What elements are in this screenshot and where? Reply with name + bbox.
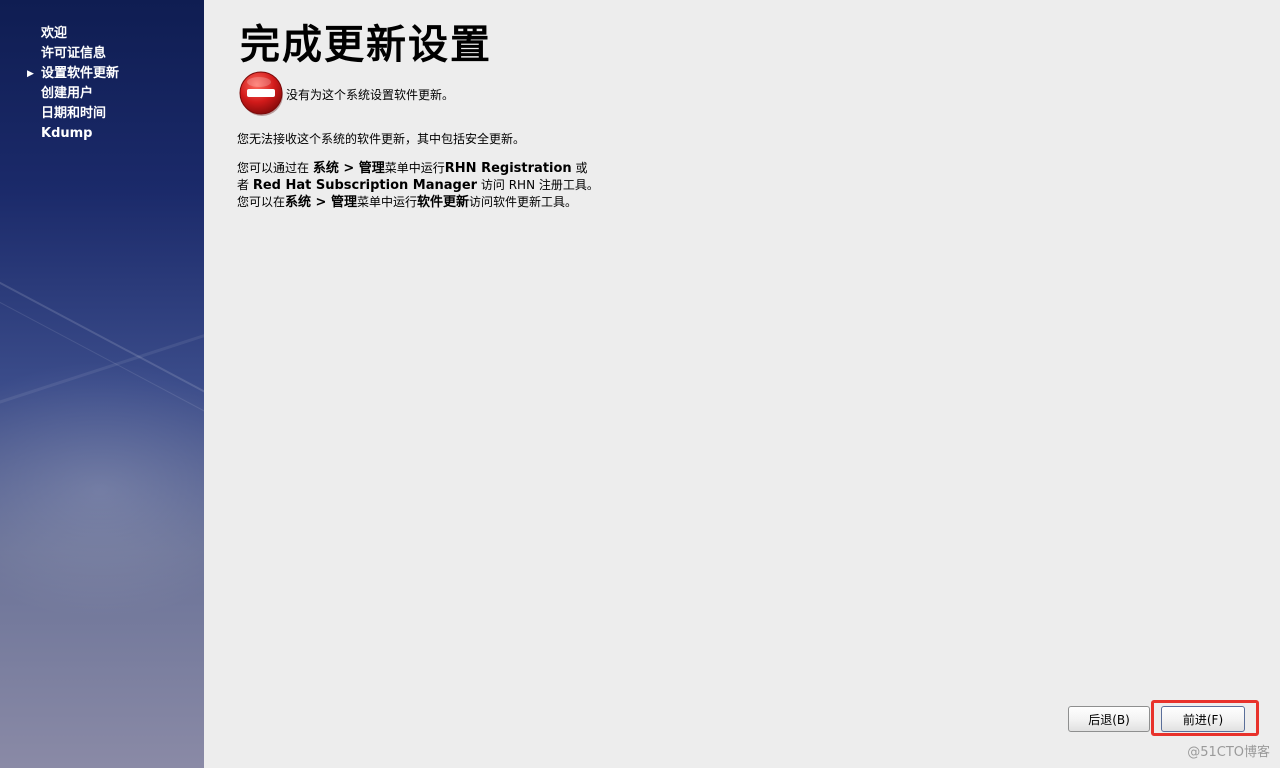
sidebar-glow [0,360,204,620]
step-item-software-updates: ▶ 设置软件更新 [0,64,204,84]
stop-icon [239,71,283,116]
instructions-text: 您可以通过在 系统 > 管理菜单中运行RHN Registration 或 者 … [237,160,599,211]
step-item-create-user: 创建用户 [0,84,204,104]
instruction-text: 您可以通过在 [237,161,313,175]
warning-notice: 没有为这个系统设置软件更新。 [239,70,454,118]
forward-button[interactable]: 前进(F) [1161,706,1245,732]
instruction-text: 访问软件更新工具。 [469,195,578,209]
back-button[interactable]: 后退(B) [1068,706,1150,732]
step-label: 日期和时间 [41,106,107,121]
menu-path: 系统 > 管理 [285,195,357,210]
instruction-text: 您可以在 [237,195,286,209]
page-title: 完成更新设置 [240,22,492,68]
step-label: Kdump [41,126,93,141]
instruction-text: 菜单中运行 [384,161,445,175]
instruction-text: 菜单中运行 [356,195,417,209]
tool-name: Red Hat Subscription Manager [252,178,478,193]
instruction-text: 或 [571,161,588,175]
watermark: @51CTO博客 [1187,745,1270,760]
current-step-arrow-icon: ▶ [27,69,34,79]
step-label: 许可证信息 [41,46,107,61]
no-updates-message: 您无法接收这个系统的软件更新，其中包括安全更新。 [237,132,526,146]
main-content: 完成更新设置 没有为这个系统设置软件更新。 您无法接收这个系统的软件更新，其中包… [204,0,1280,768]
instruction-text: 访问 RHN 注册工具。 [477,178,599,192]
step-item-kdump: Kdump [0,124,204,144]
instruction-text: 者 [237,178,253,192]
step-list: 欢迎 许可证信息 ▶ 设置软件更新 创建用户 日期和时间 Kdump [0,24,204,144]
step-item-license: 许可证信息 [0,44,204,64]
menu-path: 系统 > 管理 [312,161,385,176]
step-label: 设置软件更新 [41,66,120,81]
sidebar: 欢迎 许可证信息 ▶ 设置软件更新 创建用户 日期和时间 Kdump [0,0,204,768]
step-label: 创建用户 [41,86,94,101]
tool-name: RHN Registration [444,161,572,176]
step-item-welcome: 欢迎 [0,24,204,44]
firstboot-window: 欢迎 许可证信息 ▶ 设置软件更新 创建用户 日期和时间 Kdump 完成更新设置 [0,0,1280,768]
step-label: 欢迎 [41,26,68,41]
step-item-date-time: 日期和时间 [0,104,204,124]
notice-text: 没有为这个系统设置软件更新。 [286,87,455,102]
tool-name: 软件更新 [416,195,469,210]
